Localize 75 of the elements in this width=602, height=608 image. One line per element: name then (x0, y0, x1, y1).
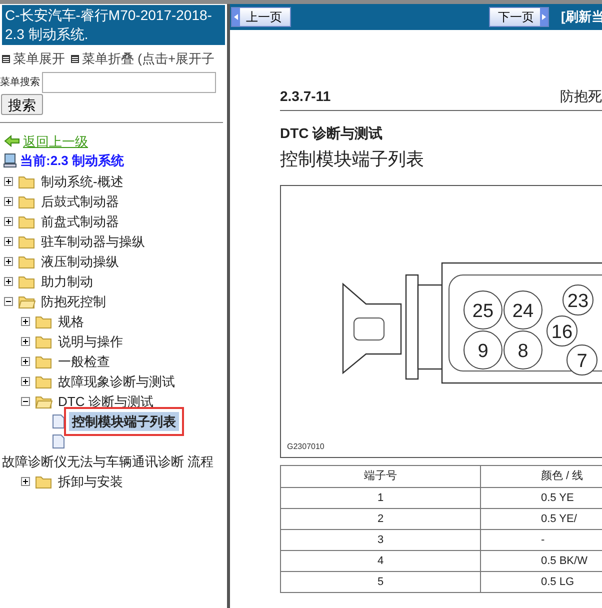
folder-icon (35, 314, 53, 328)
back-arrow-icon (4, 135, 20, 148)
expand-icon[interactable] (4, 177, 13, 186)
column-header: 颜色 / 线 (480, 466, 602, 488)
tree-item-label[interactable]: 拆卸与安装 (58, 472, 123, 492)
pin-number: 23 (567, 291, 589, 312)
tree-item-label[interactable]: 故障现象诊断与测试 (58, 372, 175, 392)
folder-icon (18, 254, 36, 268)
collapse-icon[interactable] (21, 397, 30, 406)
tree-item-label[interactable]: 防抱死控制 (41, 292, 106, 312)
expand-icon[interactable] (4, 197, 13, 206)
page-title: 控制模块端子列表 (280, 148, 425, 171)
computer-icon (3, 153, 17, 168)
folder-icon (18, 194, 36, 208)
open-folder-icon (35, 394, 53, 408)
search-field[interactable] (42, 72, 216, 92)
pin-number: 25 (472, 301, 494, 322)
tree-item-label[interactable]: 规格 (58, 312, 84, 332)
menu-toggle-link[interactable]: 菜单折叠 (点击+展开子 (82, 49, 215, 68)
sidebar-title: C-长安汽车-睿行M70-2017-2018- 2.3 制动系统. (2, 5, 225, 45)
table-cell: 1 (280, 488, 480, 508)
table-cell: 5 (280, 572, 480, 592)
folder-icon (35, 374, 53, 388)
table-cell: 2 (280, 508, 480, 530)
tree-item-label[interactable]: 驻车制动器与操纵 (41, 232, 145, 252)
search-button[interactable]: 搜索 (1, 94, 43, 114)
expand-icon[interactable] (21, 337, 30, 346)
tree-item-label[interactable]: 前盘式制动器 (41, 212, 119, 232)
expand-icon[interactable] (21, 477, 30, 486)
next-page-button[interactable]: 下一页 (489, 7, 549, 27)
tree-item-label[interactable]: 后鼓式制动器 (41, 192, 119, 212)
previous-page-button[interactable]: 上一页 (231, 7, 291, 27)
document-icon (52, 414, 65, 429)
open-folder-icon (18, 294, 36, 308)
pin-number: 9 (478, 341, 488, 362)
tree-item-label[interactable]: 液压制动操纵 (41, 252, 119, 272)
folder-icon (35, 354, 53, 368)
folder-icon (18, 234, 36, 248)
pin-number: 24 (512, 301, 534, 322)
back-link[interactable]: 返回上一级 (23, 132, 88, 151)
figure-code: G2307010 (287, 441, 324, 453)
document-icon (52, 434, 65, 449)
search-label: 菜单搜索 (0, 76, 40, 90)
collapse-icon[interactable] (4, 297, 13, 306)
menu-icon (2, 54, 10, 63)
tree-item-label[interactable]: 故障诊断仪无法与车辆通讯诊断 流程 (0, 452, 227, 472)
menu-toggle-link[interactable]: 菜单展开 (13, 49, 65, 68)
folder-icon (35, 334, 53, 348)
tree-item-label[interactable]: 助力制动 (41, 272, 93, 292)
expand-icon[interactable] (21, 317, 30, 326)
tree-item-label[interactable]: 说明与操作 (58, 332, 123, 352)
table-cell: 4 (280, 550, 480, 572)
tree-item-label[interactable]: 控制模块端子列表 (69, 412, 179, 432)
expand-icon[interactable] (4, 257, 13, 266)
expand-icon[interactable] (4, 277, 13, 286)
page-number: 2.3.7-11 (280, 87, 331, 106)
menu-icon (71, 54, 79, 63)
table-cell: 3 (280, 530, 480, 550)
expand-icon[interactable] (4, 217, 13, 226)
current-location: 当前:2.3 制动系统 (20, 152, 124, 170)
folder-icon (18, 214, 36, 228)
pin-number: 7 (576, 351, 588, 372)
pin-number: 16 (551, 322, 573, 343)
section-heading: DTC 诊断与测试 (280, 124, 384, 143)
expand-icon[interactable] (21, 357, 30, 366)
folder-icon (18, 174, 36, 188)
column-header: 端子号 (280, 466, 480, 488)
expand-icon[interactable] (4, 237, 13, 246)
tree-item-label[interactable]: 制动系统-概述 (41, 172, 124, 192)
folder-icon (18, 274, 36, 288)
tree-item-label[interactable]: 一般检查 (58, 352, 110, 372)
folder-icon (35, 474, 53, 488)
section-title: 防抱死 (560, 87, 602, 106)
expand-icon[interactable] (21, 377, 30, 386)
pin-number: 8 (518, 341, 528, 362)
